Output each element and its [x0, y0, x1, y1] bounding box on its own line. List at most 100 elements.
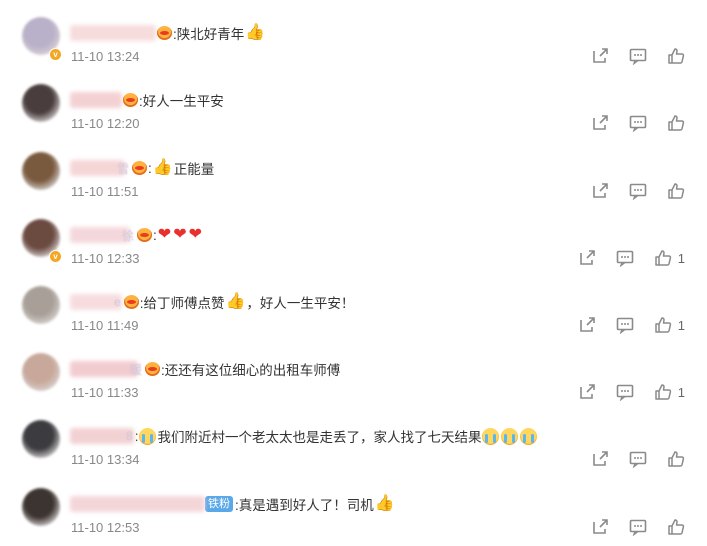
like-button[interactable]: [667, 182, 685, 200]
fan-medal-icon: [123, 93, 138, 107]
verified-badge-icon: v: [49, 48, 62, 61]
comment-text: :好人一生平安: [139, 94, 224, 109]
comment-text: :: [148, 160, 152, 176]
comment-content: e:给丁师傅点赞 👍 ，好人一生平安！: [70, 291, 354, 313]
comment-content: 雪: 👍 正能量: [70, 157, 214, 179]
heart-emoji-icon: ❤: [173, 226, 187, 243]
comment-content: 徐: ❤ ❤ ❤: [70, 224, 203, 246]
avatar[interactable]: [22, 353, 60, 391]
comment-icon[interactable]: [629, 182, 647, 200]
comment-icon[interactable]: [629, 518, 647, 536]
share-icon[interactable]: [578, 383, 596, 401]
like-button[interactable]: [667, 450, 685, 468]
thumbs-up-emoji-icon: 👍: [152, 159, 173, 176]
username[interactable]: [70, 25, 156, 41]
comment-actions: 1: [558, 381, 685, 403]
username-tail: 8: [126, 429, 133, 443]
share-icon[interactable]: [578, 249, 596, 267]
heart-emoji-icon: ❤: [188, 226, 202, 243]
username[interactable]: [70, 92, 122, 108]
comment-time: 11-10 13:34: [71, 452, 140, 467]
avatar[interactable]: [22, 84, 60, 122]
like-count: 1: [677, 317, 685, 333]
like-icon[interactable]: [654, 383, 672, 401]
comment-content: :陕北好青年 👍: [70, 22, 266, 44]
comment-text: :: [153, 227, 157, 243]
comment-actions: [571, 448, 685, 470]
comment-icon[interactable]: [616, 249, 634, 267]
comment-item: 雪: 👍 正能量 11-10 11:51: [0, 140, 707, 207]
comment-time: 11-10 11:33: [71, 385, 139, 400]
comment-content: 暖 :还还有这位细心的出租车师傅: [70, 358, 340, 380]
like-button[interactable]: 1: [654, 249, 685, 267]
like-button[interactable]: [667, 47, 685, 65]
comment-icon[interactable]: [616, 316, 634, 334]
comment-text-cont: 我们附近村一个老太太也是走丢了，家人找了七天结果: [157, 430, 482, 445]
share-icon[interactable]: [591, 450, 609, 468]
comment-time: 11-10 12:20: [71, 116, 140, 131]
comment-item: 8: 我们附近村一个老太太也是走丢了，家人找了七天结果 11-10 13:34: [0, 408, 707, 475]
like-button[interactable]: 1: [654, 383, 685, 401]
comment-time: 11-10 12:33: [71, 251, 140, 266]
username[interactable]: [70, 428, 134, 444]
fan-medal-icon: [157, 26, 172, 40]
comment-content: :好人一生平安: [70, 89, 224, 111]
share-icon[interactable]: [591, 182, 609, 200]
comment-content: 铁粉:真是遇到好人了！司机 👍: [70, 493, 396, 515]
username[interactable]: [70, 496, 205, 512]
like-button[interactable]: [667, 114, 685, 132]
like-button[interactable]: [667, 518, 685, 536]
crying-emoji-icon: [520, 427, 538, 445]
share-icon[interactable]: [591, 47, 609, 65]
crying-emoji-icon: [501, 427, 519, 445]
comment-actions: 1: [558, 247, 685, 269]
share-icon[interactable]: [578, 316, 596, 334]
comment-icon[interactable]: [629, 114, 647, 132]
username[interactable]: [70, 227, 130, 243]
comment-text: :还还有这位细心的出租车师傅: [161, 363, 341, 378]
avatar[interactable]: [22, 152, 60, 190]
like-icon[interactable]: [667, 47, 685, 65]
like-button[interactable]: 1: [654, 316, 685, 334]
like-icon[interactable]: [667, 518, 685, 536]
thumbs-up-emoji-icon: 👍: [225, 293, 246, 310]
username-tail: 徐: [122, 228, 135, 243]
comment-text-cont: 正能量: [173, 162, 215, 177]
like-count: 1: [677, 250, 685, 266]
avatar[interactable]: [22, 420, 60, 458]
crying-emoji-icon: [139, 427, 157, 445]
comment-actions: [571, 112, 685, 134]
crying-emoji-icon: [482, 427, 500, 445]
comment-text-cont: ，好人一生平安！: [246, 296, 355, 311]
share-icon[interactable]: [591, 114, 609, 132]
username-tail: 暖: [130, 362, 143, 377]
comment-text: :: [134, 428, 139, 444]
thumbs-up-emoji-icon: 👍: [245, 24, 266, 41]
comment-icon[interactable]: [616, 383, 634, 401]
comment-time: 11-10 12:53: [71, 520, 140, 535]
username-tail: 雪: [117, 161, 130, 176]
comment-icon[interactable]: [629, 450, 647, 468]
like-count: 1: [677, 384, 685, 400]
comment-actions: [571, 180, 685, 202]
fan-medal-icon: [145, 362, 161, 376]
comment-text: :真是遇到好人了！司机: [235, 498, 374, 513]
like-icon[interactable]: [654, 316, 672, 334]
like-icon[interactable]: [667, 114, 685, 132]
like-icon[interactable]: [654, 249, 672, 267]
share-icon[interactable]: [591, 518, 609, 536]
username[interactable]: [70, 361, 138, 377]
comment-time: 11-10 13:24: [71, 49, 140, 64]
comment-item: e:给丁师傅点赞 👍 ，好人一生平安！ 11-10 11:49 1: [0, 274, 707, 341]
comment-item: v :陕北好青年 👍 11-10 13:24: [0, 5, 707, 72]
like-icon[interactable]: [667, 450, 685, 468]
avatar[interactable]: [22, 286, 60, 324]
comment-item: v 徐: ❤ ❤ ❤ 11-10 12:33 1: [0, 207, 707, 274]
comment-actions: 1: [558, 314, 685, 336]
like-icon[interactable]: [667, 182, 685, 200]
thumbs-up-emoji-icon: 👍: [374, 495, 395, 512]
avatar[interactable]: [22, 488, 60, 526]
comment-icon[interactable]: [629, 47, 647, 65]
fan-badge: 铁粉: [205, 496, 233, 512]
fan-medal-icon: [123, 295, 139, 309]
